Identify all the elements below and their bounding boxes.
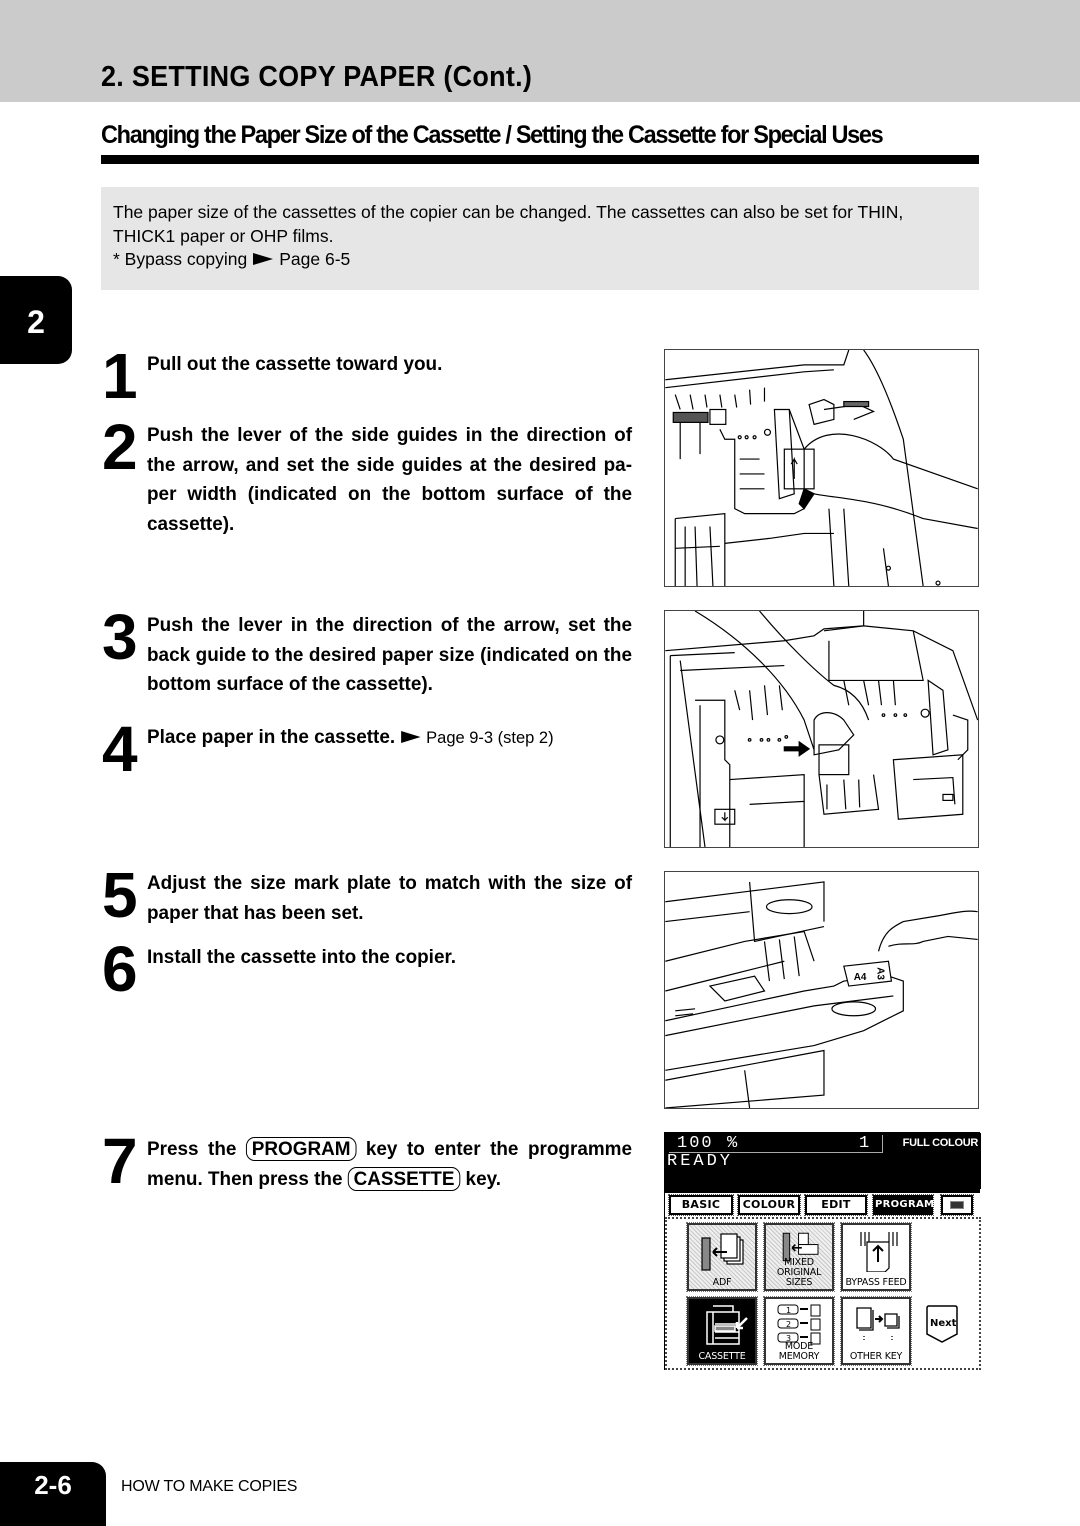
adf-button[interactable]: ADF xyxy=(686,1222,758,1292)
chapter-tab: 2 xyxy=(0,276,72,364)
mode-memory-icon: 1 2 3 xyxy=(777,1304,821,1345)
bypass-feed-button[interactable]: BYPASS FEED xyxy=(840,1222,912,1292)
adf-icon xyxy=(701,1233,744,1271)
step-number: 1 xyxy=(102,340,138,412)
bypass-feed-icon xyxy=(860,1232,898,1272)
lcd-status-area: 100 % 1 FULL COLOUR READY xyxy=(665,1133,981,1189)
mixed-original-sizes-button[interactable]: MIXED ORIGINAL SIZES xyxy=(763,1222,835,1292)
figure-side-guides xyxy=(664,349,979,587)
memory-slot-2: 2 xyxy=(786,1320,791,1329)
page-number-tab: 2-6 xyxy=(0,1462,106,1526)
step-7-text-a: Press the xyxy=(147,1138,237,1160)
adf-label: ADF xyxy=(712,1277,732,1288)
copy-count: 1 xyxy=(859,1134,870,1153)
screen-icon xyxy=(950,1201,964,1209)
mode-memory-button[interactable]: 1 2 3 MODE MEMORY xyxy=(763,1296,835,1366)
pointer-arrow-icon xyxy=(400,730,421,743)
colour-mode: FULL COLOUR xyxy=(902,1137,979,1149)
other-key-icon xyxy=(856,1307,900,1342)
step-number: 3 xyxy=(102,601,138,673)
bypass-feed-label: BYPASS FEED xyxy=(845,1277,907,1288)
zoom-value: 100 xyxy=(677,1134,714,1153)
tab-program[interactable]: PROGRAM xyxy=(872,1194,934,1216)
tab-colour[interactable]: COLOUR xyxy=(737,1194,801,1216)
cassette-label: CASSETTE xyxy=(698,1351,746,1362)
chapter-name: HOW TO MAKE COPIES xyxy=(121,1478,298,1495)
step-text: Adjust the size mark plate to match with… xyxy=(147,872,632,924)
step-number: 7 xyxy=(102,1125,138,1197)
intro-box: The paper size of the cassettes of the c… xyxy=(101,187,979,290)
next-page-icon: Next xyxy=(926,1305,958,1343)
tab-edit[interactable]: EDIT xyxy=(804,1194,868,1216)
step-7-text-c: key. xyxy=(465,1167,501,1190)
intro-line-2: THICK1 paper or OHP films. xyxy=(113,225,334,246)
step-number: 4 xyxy=(102,713,138,785)
step-text: Push the lever in the direction of the a… xyxy=(147,614,632,695)
next-button[interactable]: Next xyxy=(925,1304,959,1344)
program-menu: ADF MIXED ORIGINAL SIZES BYPASS FEED CAS… xyxy=(665,1217,981,1370)
program-key: PROGRAM xyxy=(245,1137,357,1161)
step-4-text: Place paper in the cassette. xyxy=(147,726,396,748)
figure-size-mark-plate: A4 A3 xyxy=(664,871,979,1109)
mixed-original-sizes-label: MIXED ORIGINAL SIZES xyxy=(766,1258,832,1288)
tab-screen[interactable] xyxy=(940,1194,974,1216)
memory-slot-1: 1 xyxy=(786,1306,791,1315)
step-text: Pull out the cassette toward you. xyxy=(147,353,443,375)
back-guide-illustration xyxy=(665,611,978,847)
step-text: Install the cassette into the copier. xyxy=(147,946,457,968)
intro-line-1: The paper size of the cassettes of the c… xyxy=(113,202,904,222)
cassette-icon xyxy=(706,1305,748,1345)
panel-tabs: BASIC COLOUR EDIT PROGRAM xyxy=(665,1193,981,1217)
cassette-key: CASSETTE xyxy=(347,1166,461,1191)
side-guides-illustration xyxy=(665,350,978,586)
other-key-button[interactable]: OTHER KEY xyxy=(840,1296,912,1366)
other-key-label: OTHER KEY xyxy=(849,1351,903,1362)
control-panel-display: 100 % 1 FULL COLOUR READY BASIC COLOUR E… xyxy=(664,1132,981,1370)
section-divider xyxy=(101,155,979,164)
step-number: 5 xyxy=(102,859,138,931)
tab-basic[interactable]: BASIC xyxy=(668,1194,734,1216)
size-mark-plate-illustration: A4 A3 xyxy=(665,881,978,1108)
intro-note: * Bypass copying Page 6-5 xyxy=(113,248,967,272)
mixed-label-line-2: ORIGINAL SIZES xyxy=(776,1267,822,1288)
step-text: Push the lever of the side guides in the… xyxy=(147,424,632,535)
size-plate-label-a: A4 xyxy=(854,972,867,983)
zoom-percent: % xyxy=(727,1134,738,1153)
step-4-page-link[interactable]: Page 9-3 (step 2) xyxy=(426,728,553,747)
pointer-arrow-icon xyxy=(253,253,274,266)
mode-memory-label: MODE MEMORY xyxy=(778,1341,820,1362)
step-text: Press the PROGRAM key to enter the progr… xyxy=(147,1135,632,1194)
cassette-button[interactable]: CASSETTE xyxy=(686,1296,758,1366)
figure-back-guide xyxy=(664,610,979,848)
note-prefix: * Bypass copying xyxy=(113,249,248,269)
ready-status: READY xyxy=(667,1152,734,1171)
section-title: Changing the Paper Size of the Cassette … xyxy=(101,121,884,149)
next-label: Next xyxy=(930,1318,957,1329)
note-page-link[interactable]: Page 6-5 xyxy=(279,249,350,269)
page-title: 2. SETTING COPY PAPER (Cont.) xyxy=(101,61,533,93)
step-text: Place paper in the cassette. Page 9-3 (st… xyxy=(147,723,632,753)
step-number: 2 xyxy=(102,411,138,483)
step-number: 6 xyxy=(102,933,138,1005)
size-plate-label-b: A3 xyxy=(875,967,886,980)
